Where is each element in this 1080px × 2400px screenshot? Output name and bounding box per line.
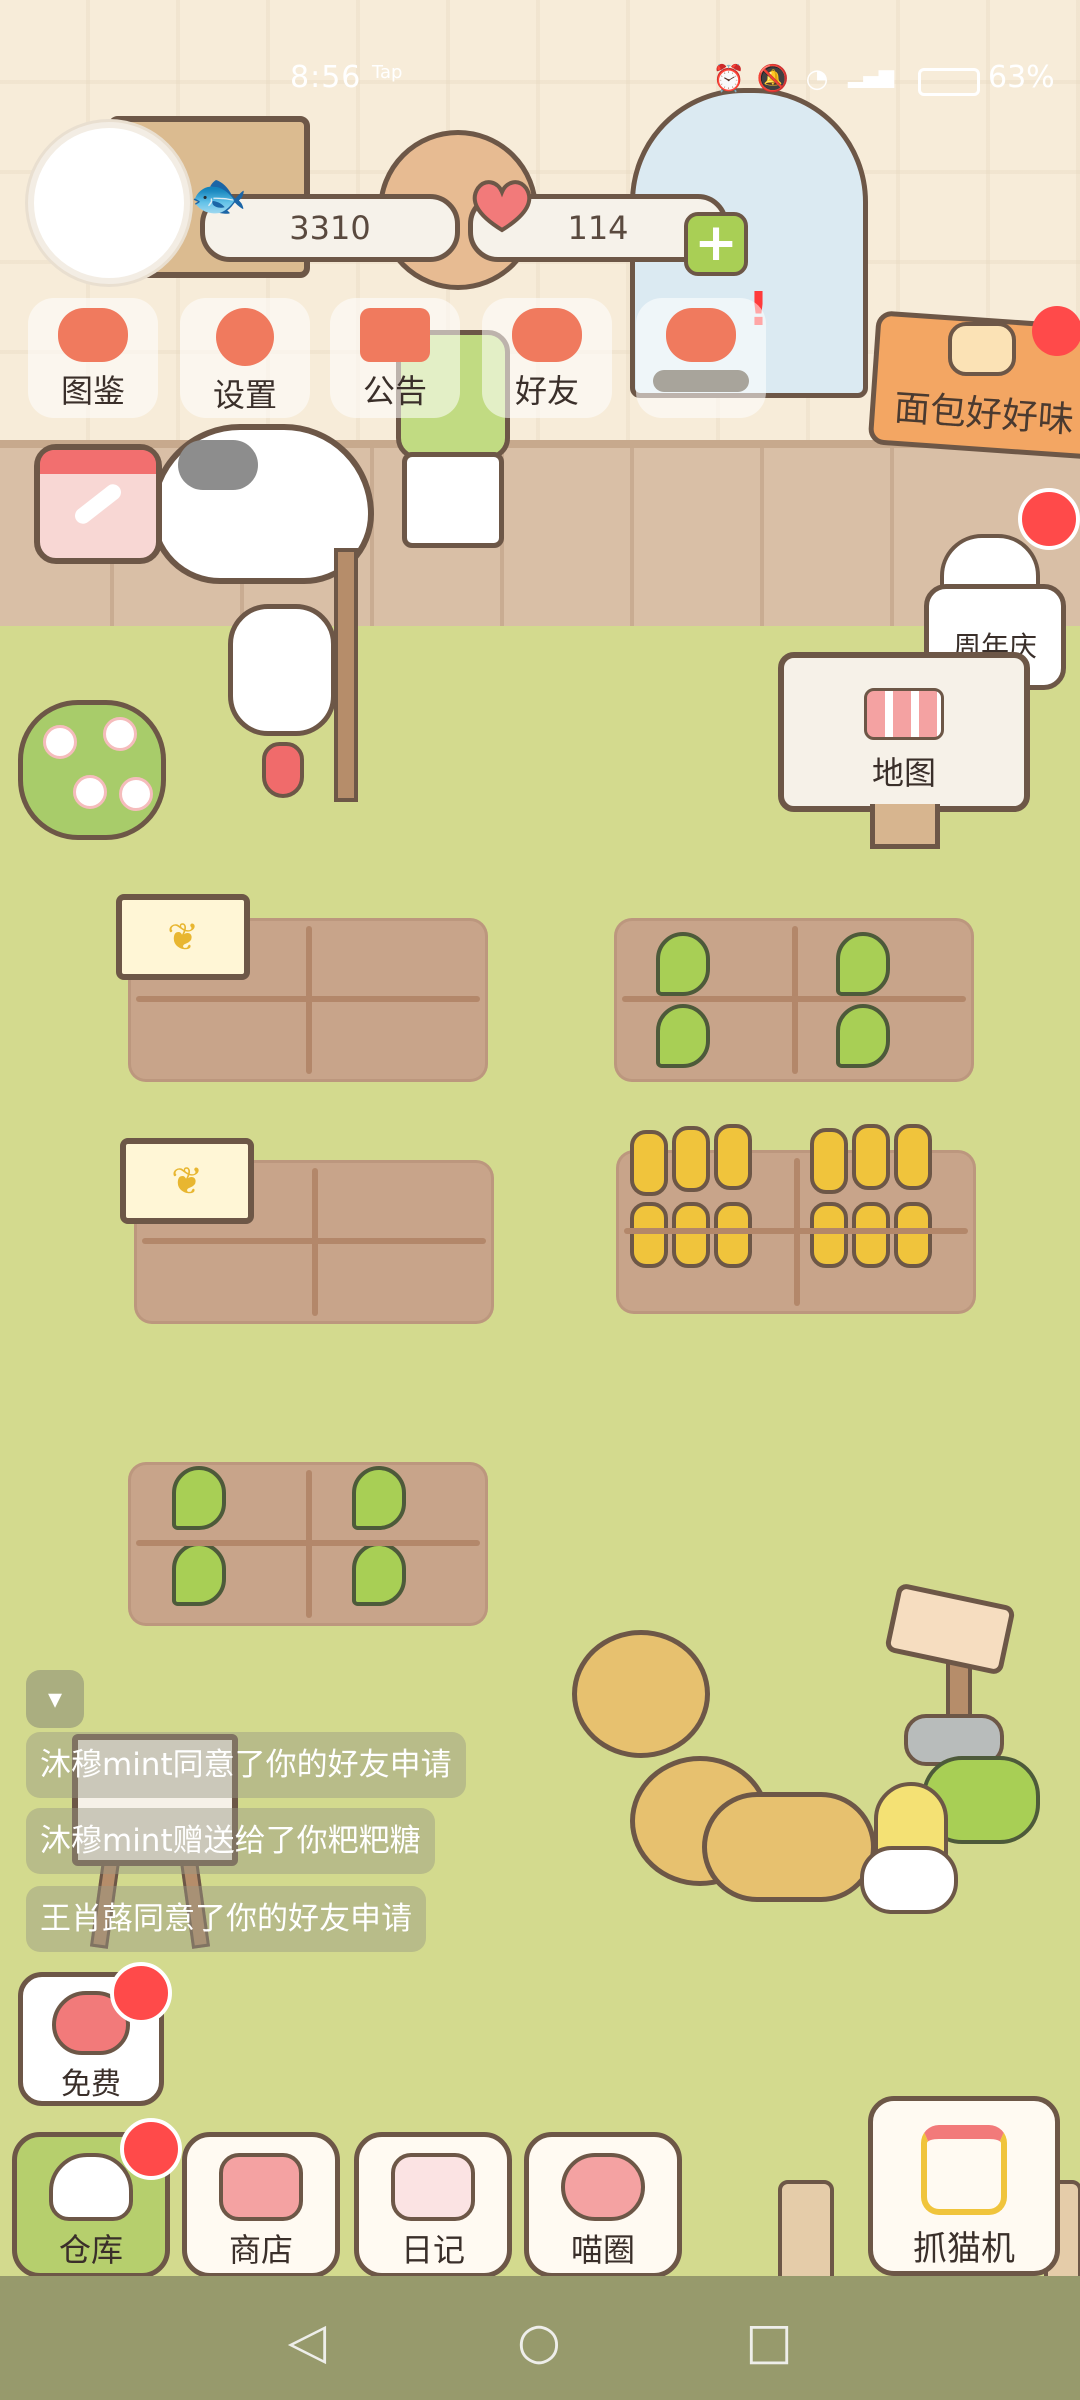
notification-dot (1018, 488, 1080, 550)
player-avatar[interactable] (28, 122, 190, 284)
battery-percent: 63% (988, 60, 1055, 95)
lantern-post (334, 548, 358, 802)
map-label: 地图 (871, 754, 936, 792)
hearts-event-button[interactable] (636, 298, 766, 418)
lantern-tassel (262, 742, 304, 798)
shop-button[interactable]: 商店 (182, 2132, 340, 2278)
diary-label: 日记 (400, 2231, 465, 2269)
diary-icon (391, 2153, 475, 2221)
wifi-icon: ◔ (805, 64, 829, 94)
map-sign-post (870, 804, 940, 849)
friends-label: 好友 (514, 372, 579, 410)
cat-face-icon (58, 308, 128, 362)
map-button[interactable]: 地图 (778, 652, 1030, 812)
potato-sprite[interactable] (572, 1630, 710, 1758)
farm-plot-wheat-ready[interactable] (616, 1124, 976, 1314)
wheat-icon: ❦ (167, 915, 199, 959)
announcement-button[interactable]: 公告 (330, 298, 460, 418)
chat-message[interactable]: 沐穆mint赠送给了你粑粑糖 (26, 1808, 435, 1874)
notification-dot (120, 2118, 182, 2180)
warehouse-label: 仓库 (58, 2231, 123, 2269)
cat-planet-icon (561, 2153, 645, 2221)
friends-button[interactable]: 好友 (482, 298, 612, 418)
clock: 8:56 (290, 60, 362, 95)
alarm-icon: ⏰ (712, 64, 746, 94)
warehouse-icon (49, 2153, 133, 2221)
home-icon[interactable]: ○ (514, 2316, 564, 2366)
bread-icon (948, 322, 1016, 376)
settings-label: 设置 (212, 376, 277, 414)
diary-button[interactable]: 日记 (354, 2132, 512, 2278)
calendar-checkin-button[interactable] (34, 444, 162, 564)
heart-icon (472, 180, 532, 233)
claw-machine-label: 抓猫机 (913, 2229, 1015, 2269)
add-hearts-button[interactable]: + (684, 212, 748, 276)
status-bar: 8:56 Tap ⏰ 🔕 ◔ ▂▄▆ 63% (0, 48, 1080, 108)
paper-lantern (228, 604, 336, 736)
settings-button[interactable]: 设置 (180, 298, 310, 418)
wheat-seed-sign[interactable]: ❦ (120, 1138, 254, 1224)
shop-icon (219, 2153, 303, 2221)
catalog-label: 图鉴 (60, 372, 125, 410)
pencil-icon (71, 481, 125, 527)
chat-message[interactable]: 沐穆mint同意了你的好友申请 (26, 1732, 466, 1798)
back-icon[interactable]: ◁ (282, 2316, 332, 2366)
player-character-legs (402, 452, 504, 548)
bread-banner-label: 面包好好味 (892, 387, 1076, 442)
wheat-seed-sign[interactable]: ❦ (116, 894, 250, 980)
gear-icon (216, 308, 274, 366)
hearts-progress-bar (653, 370, 749, 392)
friends-icon (512, 308, 582, 362)
hearts-icon (666, 308, 736, 362)
chat-collapse-button[interactable]: ▾ (26, 1670, 84, 1728)
farm-plot-sprouts[interactable] (128, 1462, 488, 1626)
fence-icon (864, 688, 944, 740)
mute-icon: 🔕 (756, 64, 790, 94)
potato-sprite[interactable] (702, 1792, 876, 1902)
farm-plot-sprouts[interactable] (614, 918, 974, 1082)
cat-patch (178, 440, 258, 490)
announcement-label: 公告 (362, 372, 427, 410)
fish-icon: 🐟 (190, 168, 248, 222)
free-label: 免费 (61, 2067, 121, 2102)
recent-apps-icon[interactable]: □ (744, 2316, 794, 2366)
fence-post (778, 2180, 834, 2288)
chat-message[interactable]: 王肖蕗同意了你的好友申请 (26, 1886, 426, 1952)
flower-bush (18, 700, 166, 840)
system-navigation-bar: ◁ ○ □ (0, 2276, 1080, 2400)
notification-dot (1032, 306, 1080, 356)
notification-dot (110, 1962, 172, 2024)
claw-icon (921, 2125, 1007, 2215)
cat-circle-label: 喵圈 (570, 2231, 635, 2269)
wheat-icon: ❦ (171, 1159, 203, 1203)
tap-indicator: Tap (372, 62, 403, 83)
catalog-button[interactable]: 图鉴 (28, 298, 158, 418)
battery-icon (918, 68, 980, 96)
claw-machine-button[interactable]: 抓猫机 (868, 2096, 1060, 2276)
calendar-header (40, 450, 156, 474)
shop-label: 商店 (228, 2231, 293, 2269)
gnome-character[interactable] (860, 1846, 958, 1914)
cat-circle-button[interactable]: 喵圈 (524, 2132, 682, 2278)
gift-icon (360, 308, 430, 362)
4g-signal-icon: ▂▄▆ (848, 64, 895, 88)
